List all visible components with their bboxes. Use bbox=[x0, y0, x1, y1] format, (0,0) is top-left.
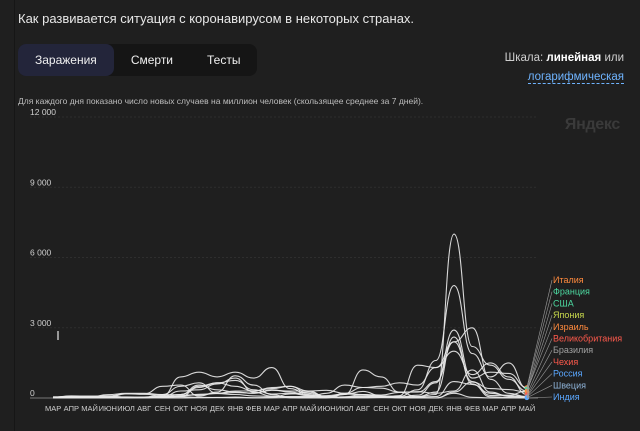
x-tick-label: АВГ bbox=[137, 404, 151, 413]
x-tick-label: ФЕВ bbox=[246, 404, 262, 413]
legend-label[interactable]: Бразилия bbox=[553, 345, 593, 355]
x-axis: МАР АПР МАЙ ИЮН ИЮЛ АВГ СЕН ОКТ НОЯ ДЕК ЯНВ ФЕВ МАР А… bbox=[30, 397, 538, 413]
legend-label[interactable]: Чехия bbox=[553, 357, 578, 367]
x-tick-label: ДЕК bbox=[210, 404, 225, 413]
x-tick-label: МАЙ bbox=[300, 404, 317, 413]
y-axis: 0 3 000 6 000 9 000 12 000 bbox=[30, 107, 59, 398]
series-line bbox=[53, 381, 527, 399]
series-line bbox=[53, 329, 527, 399]
series-legend: Италия ФранцияСША Япония Израиль Великобрита… bbox=[526, 275, 622, 402]
legend-label[interactable]: Италия bbox=[553, 275, 584, 285]
legend-leader-line bbox=[526, 396, 553, 399]
x-tick-label: МАР bbox=[482, 404, 498, 413]
y-tick-label: 3 000 bbox=[30, 318, 52, 328]
y-tick-label: 6 000 bbox=[30, 248, 52, 258]
x-tick-label: АПР bbox=[282, 404, 297, 413]
x-tick-label: МАР bbox=[264, 404, 280, 413]
y-tick-label: 0 bbox=[30, 388, 35, 398]
legend-label[interactable]: США bbox=[553, 298, 574, 308]
x-tick-label: ОКТ bbox=[392, 404, 407, 413]
legend-leader-line bbox=[526, 279, 553, 388]
x-tick-label: ИЮН bbox=[99, 404, 117, 413]
legend-label[interactable]: Индия bbox=[553, 392, 580, 402]
x-tick-label: ФЕВ bbox=[464, 404, 480, 413]
x-tick-label: ЯНВ bbox=[227, 404, 243, 413]
line-chart: 03 0006 0009 00012 000 МАР АПР МАЙ ИЮН ИЮЛ АВ… bbox=[30, 107, 622, 413]
x-tick-label: ИЮЛ bbox=[336, 404, 354, 413]
legend-label[interactable]: Франция bbox=[553, 287, 590, 297]
series-line bbox=[53, 381, 527, 399]
x-tick-label: МАЙ bbox=[519, 404, 536, 413]
legend-label[interactable]: Россия bbox=[553, 369, 583, 379]
legend-label[interactable]: Швеция bbox=[553, 380, 586, 390]
x-tick-label: СЕН bbox=[373, 404, 389, 413]
series-line bbox=[53, 233, 527, 399]
legend-leader-line bbox=[526, 326, 553, 392]
x-tick-label: ЯНВ bbox=[446, 404, 462, 413]
x-tick-label: АВГ bbox=[356, 404, 370, 413]
x-tick-label: ИЮН bbox=[317, 404, 335, 413]
legend-label[interactable]: Великобритания bbox=[553, 334, 622, 344]
x-tick-label: НОЯ bbox=[191, 404, 208, 413]
legend-leader-line bbox=[526, 291, 553, 389]
y-tick-label: 9 000 bbox=[30, 177, 52, 187]
legend-label[interactable]: Япония bbox=[553, 310, 584, 320]
x-tick-label: ОКТ bbox=[173, 404, 188, 413]
x-tick-label: МАР bbox=[45, 404, 61, 413]
x-tick-label: АПР bbox=[501, 404, 516, 413]
legend-label[interactable]: Израиль bbox=[553, 322, 589, 332]
series-lines bbox=[53, 233, 530, 401]
x-tick-label: НОЯ bbox=[409, 404, 426, 413]
x-tick-label: ДЕК bbox=[429, 404, 444, 413]
x-tick-label: АПР bbox=[64, 404, 79, 413]
x-tick-label: МАЙ bbox=[81, 404, 98, 413]
y-tick-label: 12 000 bbox=[30, 107, 56, 117]
x-tick-label: ИЮЛ bbox=[117, 404, 135, 413]
x-tick-label: СЕН bbox=[155, 404, 171, 413]
